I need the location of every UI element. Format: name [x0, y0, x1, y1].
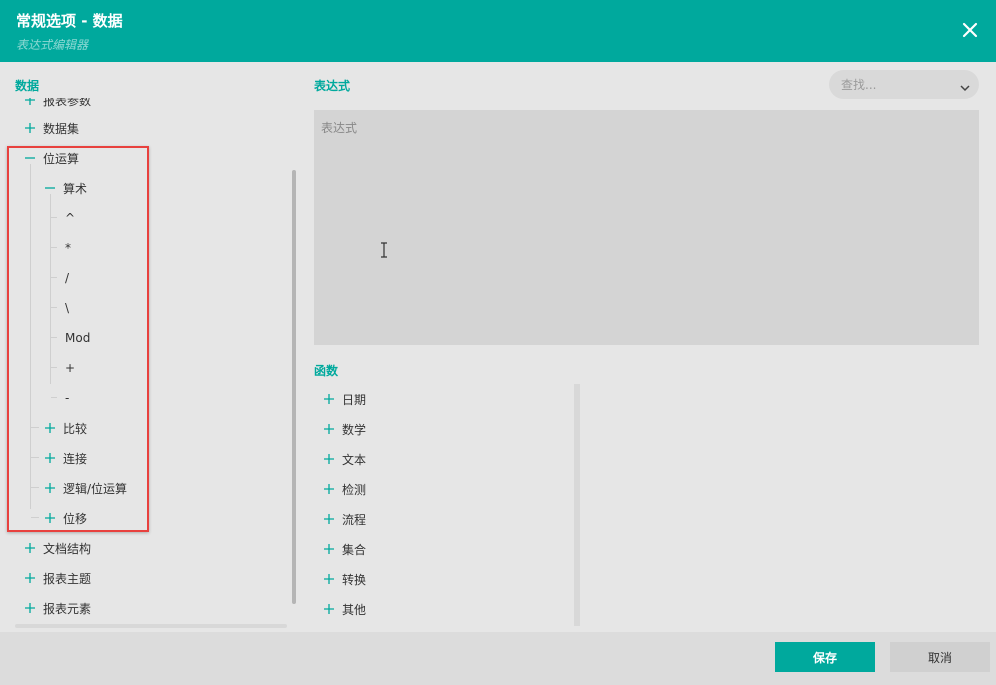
highlight-box [7, 146, 149, 532]
function-item-label: 数学 [342, 422, 367, 437]
function-item-inspection[interactable]: 检测 [322, 474, 366, 504]
dialog-header: 常规选项 - 数据 表达式编辑器 [0, 0, 996, 62]
function-item-label: 流程 [342, 512, 367, 527]
ibeam-cursor-icon [380, 242, 388, 258]
tree-item-report-elements[interactable]: 报表元素 [23, 593, 91, 623]
tree-scrollbar[interactable] [290, 100, 298, 628]
plus-icon[interactable] [23, 121, 37, 135]
data-panel-title: 数据 [15, 79, 40, 93]
expression-title: 表达式 [314, 79, 351, 93]
function-item-conversion[interactable]: 转换 [322, 564, 366, 594]
close-icon[interactable] [956, 16, 984, 44]
tree-item-doc-structure[interactable]: 文档结构 [23, 533, 91, 563]
plus-icon[interactable] [322, 542, 336, 556]
plus-icon[interactable] [23, 601, 37, 615]
tree-item-label: 文档结构 [43, 541, 92, 556]
function-item-text[interactable]: 文本 [322, 444, 366, 474]
dialog-title: 常规选项 - 数据 [16, 12, 123, 30]
tree-item-label: 报表元素 [43, 601, 92, 616]
function-item-label: 日期 [342, 392, 367, 407]
function-item-math[interactable]: 数学 [322, 414, 366, 444]
plus-icon[interactable] [322, 392, 336, 406]
function-item-label: 检测 [342, 482, 367, 497]
search-box[interactable] [829, 70, 979, 99]
tree-scrollbar-thumb[interactable] [292, 170, 296, 604]
function-item-label: 文本 [342, 452, 367, 467]
search-input[interactable] [841, 77, 951, 92]
plus-icon[interactable] [23, 541, 37, 555]
plus-icon[interactable] [322, 512, 336, 526]
function-list-scrollbar[interactable] [574, 384, 580, 626]
tree-item-report-theme[interactable]: 报表主题 [23, 563, 91, 593]
function-item-label: 转换 [342, 572, 367, 587]
function-item-label: 集合 [342, 542, 367, 557]
save-button[interactable]: 保存 [775, 642, 875, 672]
dialog-subtitle: 表达式编辑器 [16, 38, 89, 52]
plus-icon[interactable] [23, 571, 37, 585]
function-item-date[interactable]: 日期 [322, 384, 366, 414]
plus-icon[interactable] [322, 422, 336, 436]
tree-item-label: 报表参数 [43, 98, 92, 108]
functions-title: 函数 [314, 364, 339, 378]
plus-icon[interactable] [23, 98, 37, 107]
cancel-button[interactable]: 取消 [890, 642, 990, 672]
tree-item-label: 报表主题 [43, 571, 92, 586]
function-item-label: 其他 [342, 602, 367, 617]
tree-horizontal-scrollbar[interactable] [15, 624, 287, 628]
function-item-flow[interactable]: 流程 [322, 504, 366, 534]
tree-item-label: 数据集 [43, 121, 80, 136]
plus-icon[interactable] [322, 602, 336, 616]
function-list: 日期 数学 文本 检测 流程 集合 转换 其他 [314, 384, 576, 626]
chevron-down-icon[interactable] [959, 79, 971, 92]
plus-icon[interactable] [322, 482, 336, 496]
plus-icon[interactable] [322, 452, 336, 466]
function-item-other[interactable]: 其他 [322, 594, 366, 624]
tree-item-datasets[interactable]: 数据集 [23, 113, 79, 143]
function-item-aggregate[interactable]: 集合 [322, 534, 366, 564]
plus-icon[interactable] [322, 572, 336, 586]
expression-editor[interactable] [314, 110, 979, 345]
